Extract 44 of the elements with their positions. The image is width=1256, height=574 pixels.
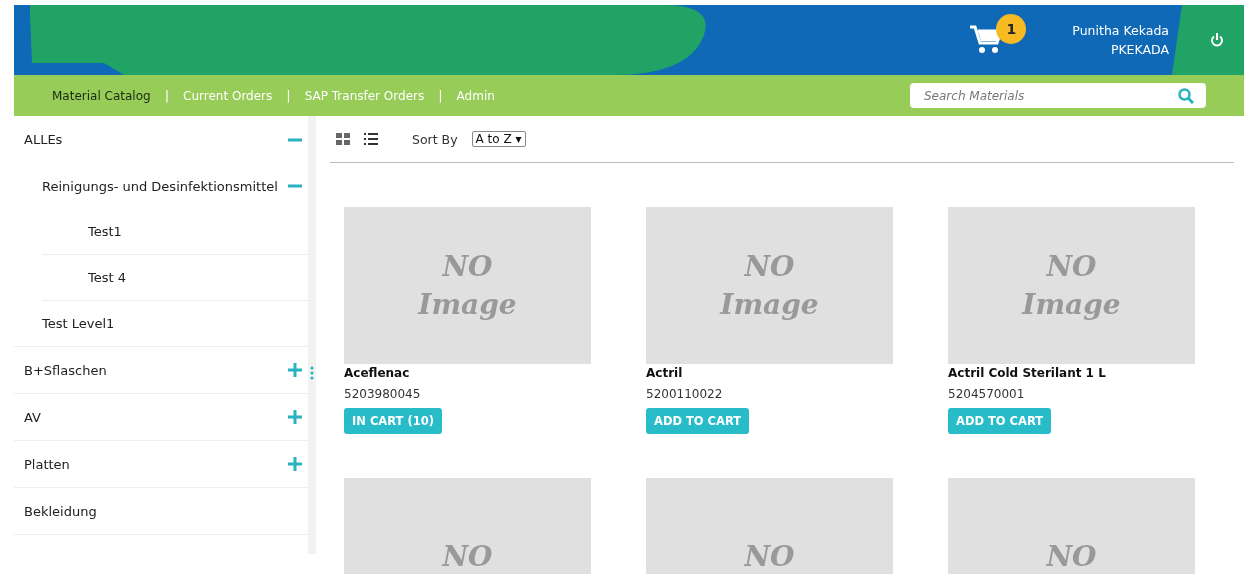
product-name: Actril [646, 366, 683, 380]
plus-icon[interactable] [288, 410, 302, 424]
category-link[interactable]: AV [24, 409, 41, 425]
cart-icon[interactable] [970, 25, 1003, 55]
product-name: Aceflenac [344, 366, 410, 380]
product-number: 5203980045 [344, 387, 421, 401]
product-name: Actril Cold Sterilant 1 L [948, 366, 1106, 380]
plus-icon[interactable] [288, 363, 302, 377]
placeholder-text: NO [1046, 248, 1097, 285]
category-link[interactable]: Test 4 [88, 270, 126, 285]
category-link[interactable]: Platten [24, 456, 70, 472]
header-corner-shape [1172, 5, 1244, 75]
placeholder-text: NO [442, 248, 493, 285]
product-number: 5204570001 [948, 387, 1025, 401]
category-link[interactable]: Bekleidung [24, 503, 97, 519]
power-icon[interactable] [1209, 33, 1224, 47]
list-view-icon[interactable] [364, 133, 378, 145]
placeholder-text: NO [442, 538, 493, 574]
placeholder-text: NO [744, 538, 795, 574]
sort-dropdown[interactable]: A to Z ▾ [471, 131, 526, 147]
category-link[interactable]: ALLEs [24, 132, 63, 147]
placeholder-text: Image [1022, 286, 1121, 323]
placeholder-text: NO [744, 248, 795, 285]
placeholder-text: Image [418, 286, 517, 323]
nav-link[interactable]: Material Catalog [52, 88, 151, 103]
category-link[interactable]: B+Sflaschen [24, 362, 107, 378]
cart-count-badge: 1 [996, 14, 1027, 44]
placeholder-text: Image [720, 286, 819, 323]
grid-view-icon[interactable] [336, 133, 350, 145]
placeholder-text: NO [1046, 538, 1097, 574]
category-link[interactable]: Test Level1 [42, 316, 115, 331]
nav-separator: | [438, 88, 443, 103]
search-icon[interactable] [1178, 88, 1194, 104]
nav-separator: | [286, 88, 291, 103]
search-field[interactable]: Search Materials [910, 83, 1206, 108]
nav-separator: | [164, 88, 170, 103]
plus-icon[interactable] [288, 457, 302, 471]
sort-label: Sort By [412, 131, 458, 147]
drag-handle-icon[interactable] [310, 366, 314, 380]
product-number: 5200110022 [646, 387, 723, 401]
user-id: PKEKADA [1110, 41, 1169, 59]
category-link[interactable]: Test1 [88, 224, 122, 239]
user-name: Punitha Kekada [1072, 22, 1169, 40]
category-link[interactable]: Reinigungs- und Desinfektionsmittel [42, 178, 278, 194]
